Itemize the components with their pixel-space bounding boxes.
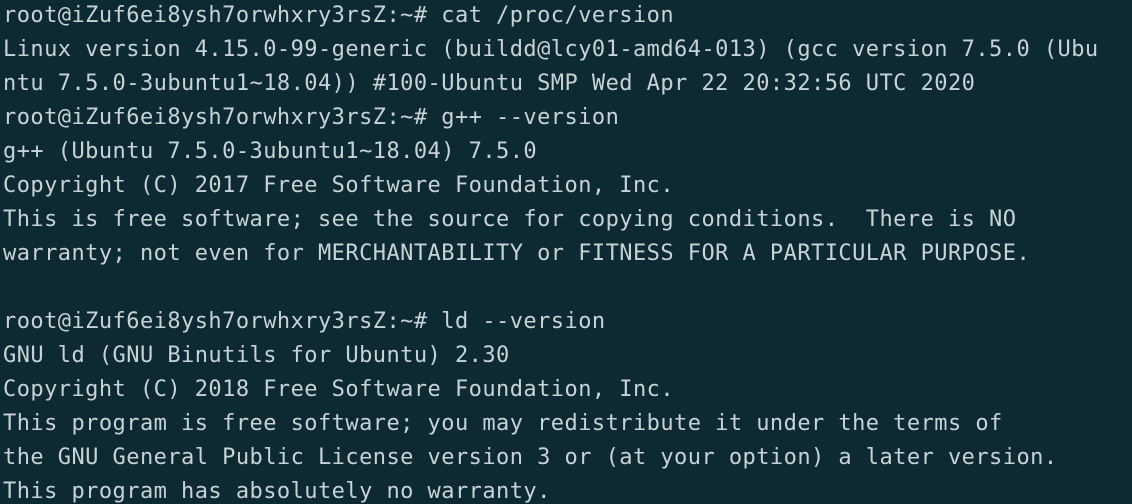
terminal-output-line: ntu 7.5.0-3ubuntu1~18.04)) #100-Ubuntu S… xyxy=(3,71,976,96)
terminal-output: root@iZuf6ei8ysh7orwhxry3rsZ:~# cat /pro… xyxy=(3,0,1099,504)
terminal-prompt-line: root@iZuf6ei8ysh7orwhxry3rsZ:~# ld --ver… xyxy=(3,309,606,334)
terminal-output-line: Copyright (C) 2017 Free Software Foundat… xyxy=(3,173,675,198)
terminal-output-line: the GNU General Public License version 3… xyxy=(3,445,1058,470)
terminal-output-line: This program has absolutely no warranty. xyxy=(3,479,551,504)
terminal-window[interactable]: root@iZuf6ei8ysh7orwhxry3rsZ:~# cat /pro… xyxy=(0,0,1132,504)
terminal-output-line: warranty; not even for MERCHANTABILITY o… xyxy=(3,241,1031,266)
terminal-output-line: This is free software; see the source fo… xyxy=(3,207,1017,232)
terminal-prompt-line: root@iZuf6ei8ysh7orwhxry3rsZ:~# g++ --ve… xyxy=(3,105,620,130)
terminal-prompt-line: root@iZuf6ei8ysh7orwhxry3rsZ:~# cat /pro… xyxy=(3,3,675,28)
terminal-output-line: g++ (Ubuntu 7.5.0-3ubuntu1~18.04) 7.5.0 xyxy=(3,139,538,164)
terminal-output-line: GNU ld (GNU Binutils for Ubuntu) 2.30 xyxy=(3,343,510,368)
terminal-output-line: Copyright (C) 2018 Free Software Foundat… xyxy=(3,377,675,402)
terminal-output-line: Linux version 4.15.0-99-generic (buildd@… xyxy=(3,37,1099,62)
terminal-output-line: This program is free software; you may r… xyxy=(3,411,1003,436)
